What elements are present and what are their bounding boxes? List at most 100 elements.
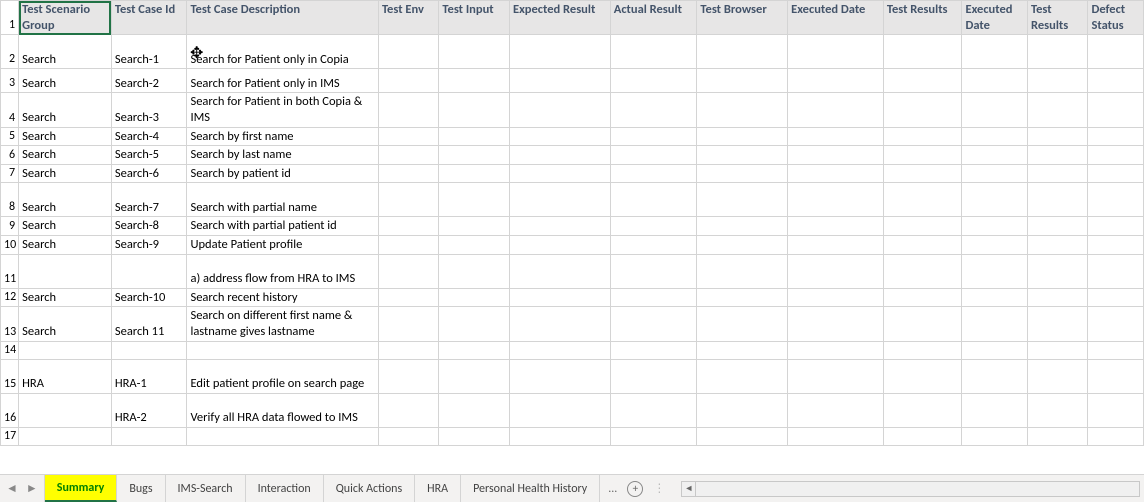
cell[interactable] (610, 217, 697, 236)
cell[interactable] (788, 341, 884, 359)
row-header[interactable]: 14 (1, 341, 19, 359)
cell[interactable] (439, 146, 510, 165)
cell[interactable]: Search-6 (111, 164, 187, 183)
cell[interactable] (509, 307, 610, 341)
cell[interactable] (697, 427, 788, 445)
cell[interactable] (883, 393, 962, 427)
cell[interactable] (439, 341, 510, 359)
scroll-left-icon[interactable]: ◄ (682, 482, 696, 496)
cell[interactable] (788, 254, 884, 288)
cell[interactable] (378, 127, 438, 146)
cell[interactable] (1088, 127, 1144, 146)
cell[interactable] (378, 393, 438, 427)
cell[interactable] (962, 69, 1028, 93)
cell[interactable] (509, 427, 610, 445)
sheet-tab-ims-search[interactable]: IMS-Search (166, 475, 246, 502)
cell[interactable] (378, 69, 438, 93)
cell[interactable]: Search-10 (111, 288, 187, 307)
cell[interactable]: Search for Patient only in IMS (187, 69, 379, 93)
cell[interactable] (1088, 427, 1144, 445)
cell[interactable] (1088, 217, 1144, 236)
cell[interactable] (883, 127, 962, 146)
cell[interactable] (962, 217, 1028, 236)
cell[interactable] (610, 307, 697, 341)
cell[interactable] (610, 146, 697, 165)
cell[interactable] (509, 341, 610, 359)
cell[interactable] (439, 288, 510, 307)
cell[interactable] (788, 236, 884, 255)
cell[interactable] (883, 359, 962, 393)
cell[interactable] (1028, 217, 1088, 236)
cell[interactable] (187, 427, 379, 445)
cell[interactable] (509, 69, 610, 93)
cell[interactable] (1088, 69, 1144, 93)
cell[interactable]: Search-9 (111, 236, 187, 255)
column-header[interactable]: Test Input (439, 1, 510, 35)
cell[interactable]: HRA-2 (111, 393, 187, 427)
column-header[interactable]: Test Case Description (187, 1, 379, 35)
cell[interactable] (509, 183, 610, 217)
cell[interactable] (439, 217, 510, 236)
column-header[interactable]: Test Env (378, 1, 438, 35)
cell[interactable] (697, 341, 788, 359)
cell[interactable] (1028, 254, 1088, 288)
cell[interactable] (439, 393, 510, 427)
cell[interactable] (509, 93, 610, 127)
cell[interactable] (439, 35, 510, 69)
cell[interactable]: Search by first name (187, 127, 379, 146)
cell[interactable]: Search for Patient only in Copia (187, 35, 379, 69)
cell[interactable] (610, 393, 697, 427)
cell[interactable] (788, 146, 884, 165)
row-header[interactable]: 15 (1, 359, 19, 393)
cell[interactable] (378, 35, 438, 69)
cell[interactable] (1088, 359, 1144, 393)
cell[interactable]: Search (19, 288, 112, 307)
cell[interactable] (509, 35, 610, 69)
row-header[interactable]: 8 (1, 183, 19, 217)
column-header[interactable]: Defect Status (1088, 1, 1144, 35)
sheet-tab-bugs[interactable]: Bugs (117, 475, 165, 502)
cell[interactable]: Search (19, 146, 112, 165)
cell[interactable] (439, 254, 510, 288)
cell[interactable]: Search (19, 183, 112, 217)
sheet-tab-quick-actions[interactable]: Quick Actions (324, 475, 415, 502)
cell[interactable] (610, 236, 697, 255)
cell[interactable] (1028, 183, 1088, 217)
cell[interactable] (697, 164, 788, 183)
cell[interactable] (697, 236, 788, 255)
cell[interactable] (962, 127, 1028, 146)
cell[interactable] (883, 69, 962, 93)
row-header[interactable]: 17 (1, 427, 19, 445)
cell[interactable] (697, 183, 788, 217)
cell[interactable] (509, 288, 610, 307)
cell[interactable] (1088, 146, 1144, 165)
add-sheet-button[interactable]: + (627, 481, 643, 497)
cell[interactable] (610, 164, 697, 183)
row-header[interactable]: 5 (1, 127, 19, 146)
cell[interactable] (439, 427, 510, 445)
cell[interactable] (883, 254, 962, 288)
cell[interactable] (883, 341, 962, 359)
cell[interactable] (962, 146, 1028, 165)
tabs-more[interactable]: ... (608, 482, 617, 496)
cell[interactable] (378, 183, 438, 217)
column-header[interactable]: Test Browser (697, 1, 788, 35)
row-header[interactable]: 3 (1, 69, 19, 93)
cell[interactable]: Search recent history (187, 288, 379, 307)
cell[interactable]: Search (19, 127, 112, 146)
cell[interactable] (788, 288, 884, 307)
cell[interactable] (883, 236, 962, 255)
cell[interactable] (509, 359, 610, 393)
column-header[interactable]: Executed Date (962, 1, 1028, 35)
cell[interactable] (962, 35, 1028, 69)
cell[interactable] (697, 288, 788, 307)
cell[interactable] (1088, 393, 1144, 427)
row-header[interactable]: 1 (1, 1, 19, 35)
cell[interactable] (1028, 236, 1088, 255)
row-header[interactable]: 16 (1, 393, 19, 427)
tab-prev-icon[interactable]: ◄ (6, 481, 18, 496)
cell[interactable] (1088, 183, 1144, 217)
cell[interactable] (1028, 69, 1088, 93)
cell[interactable]: Search for Patient in both Copia & IMS (187, 93, 379, 127)
cell[interactable] (1028, 341, 1088, 359)
